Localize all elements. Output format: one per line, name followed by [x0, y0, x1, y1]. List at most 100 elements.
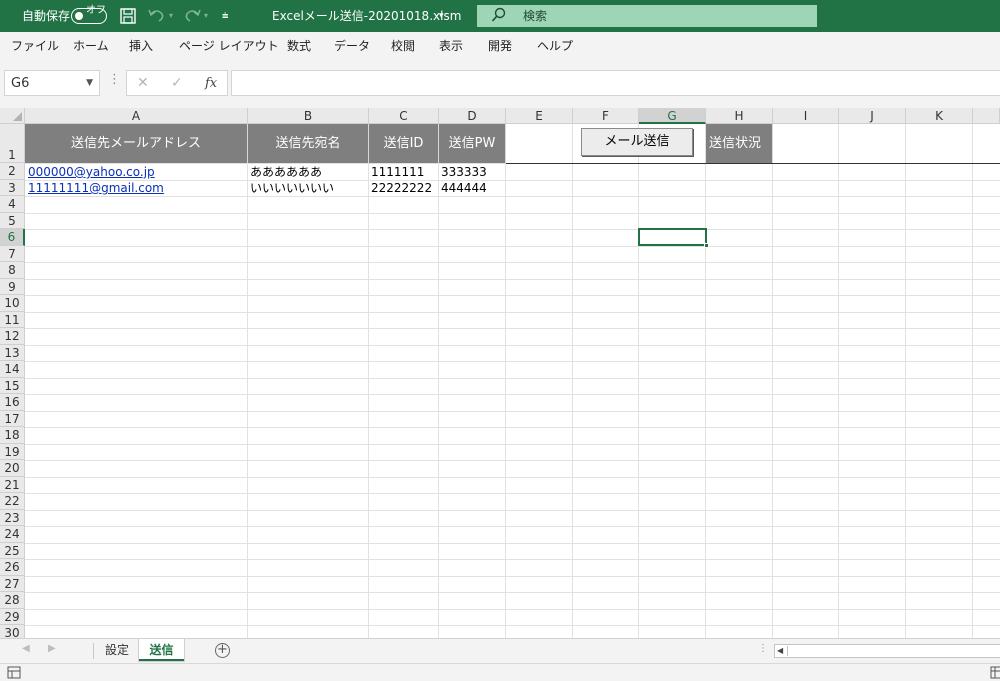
enter-icon[interactable]: ✓ [171, 71, 183, 96]
save-icon[interactable] [119, 6, 137, 26]
active-cell-g6[interactable] [638, 228, 709, 248]
row-header[interactable]: 16 [0, 394, 25, 411]
gridline [25, 279, 1000, 280]
row-header[interactable]: 26 [0, 559, 25, 576]
send-pw-cell[interactable]: 444444 [439, 180, 505, 196]
row-header[interactable]: 20 [0, 460, 25, 477]
menu-review[interactable]: 校閲 [391, 32, 415, 60]
row-header[interactable]: 23 [0, 510, 25, 526]
row-header[interactable]: 4 [0, 196, 25, 213]
scrollbar-separator [787, 646, 788, 656]
menu-data[interactable]: データ [334, 32, 370, 60]
add-sheet-icon[interactable]: + [215, 643, 230, 658]
column-header-k[interactable]: K [906, 108, 973, 124]
menu-developer[interactable]: 開発 [488, 32, 512, 60]
column-header-j[interactable]: J [839, 108, 906, 124]
row-header[interactable]: 19 [0, 444, 25, 460]
email-cell[interactable]: 11111111@gmail.com [26, 180, 247, 196]
formula-input[interactable] [231, 70, 1000, 96]
name-box-dropdown-icon[interactable]: ▼ [86, 71, 93, 96]
worksheet-grid[interactable]: A B C D E F G H I J K 1 2 3 4 5 6 7 8 9 … [0, 108, 1000, 638]
normal-view-icon[interactable] [990, 666, 1000, 679]
row-header[interactable]: 11 [0, 312, 25, 328]
column-header-partial[interactable] [973, 108, 1000, 124]
row-header[interactable]: 15 [0, 378, 25, 394]
menu-view[interactable]: 表示 [439, 32, 463, 60]
insert-function-icon[interactable]: fx [205, 71, 217, 96]
row-header[interactable]: 13 [0, 345, 25, 361]
ribbon-menu: ファイル ホーム 挿入 ページ レイアウト 数式 データ 校閲 表示 開発 ヘル… [0, 32, 1000, 60]
row-header[interactable]: 17 [0, 411, 25, 427]
fill-handle[interactable] [704, 243, 709, 248]
column-header-f[interactable]: F [573, 108, 639, 124]
row-header[interactable]: 21 [0, 477, 25, 493]
row-header[interactable]: 30 [0, 625, 25, 638]
row-header[interactable]: 12 [0, 328, 25, 345]
row-header[interactable]: 7 [0, 246, 25, 262]
column-header-c[interactable]: C [369, 108, 439, 124]
column-header-g[interactable]: G [639, 108, 706, 124]
gridline [25, 246, 1000, 247]
row-header[interactable]: 1 [0, 124, 25, 163]
scroll-tabs-left-icon[interactable]: ◀ [22, 643, 30, 654]
tab-splitter-grip-icon[interactable]: ⋮ [758, 643, 768, 654]
autosave-state: オフ [86, 5, 106, 16]
row-header[interactable]: 22 [0, 493, 25, 510]
row-header[interactable]: 8 [0, 262, 25, 279]
row-header[interactable]: 24 [0, 526, 25, 543]
header-cell-recipient-name[interactable]: 送信先宛名 [248, 124, 369, 163]
row-header[interactable]: 9 [0, 279, 25, 295]
redo-icon[interactable] [181, 6, 203, 26]
undo-dropdown-icon[interactable]: ▾ [169, 0, 173, 32]
title-dropdown-icon[interactable]: ▾ [439, 0, 444, 32]
search-box[interactable]: 検索 [477, 5, 817, 27]
menu-page-layout[interactable]: ページ レイアウト [179, 32, 279, 60]
row-header[interactable]: 27 [0, 576, 25, 592]
column-header-e[interactable]: E [506, 108, 573, 124]
header-cell-send-id[interactable]: 送信ID [369, 124, 439, 163]
gridline [25, 312, 1000, 313]
cancel-icon[interactable]: ✕ [137, 71, 149, 96]
mail-send-button[interactable]: メール送信 [581, 128, 693, 156]
tab-settings[interactable]: 設定 [96, 639, 138, 661]
row-header[interactable]: 28 [0, 592, 25, 609]
horizontal-scrollbar[interactable]: ◀ [774, 644, 1000, 658]
row-header[interactable]: 29 [0, 609, 25, 625]
send-pw-cell[interactable]: 333333 [439, 164, 505, 180]
row-header[interactable]: 6 [0, 229, 25, 246]
email-cell[interactable]: 000000@yahoo.co.jp [26, 164, 247, 180]
row-header[interactable]: 2 [0, 163, 25, 180]
column-header-i[interactable]: I [773, 108, 839, 124]
autosave-toggle[interactable]: オフ [71, 5, 107, 24]
menu-home[interactable]: ホーム [73, 32, 109, 60]
row-header[interactable]: 18 [0, 427, 25, 444]
row-header[interactable]: 14 [0, 361, 25, 378]
select-all-corner[interactable] [0, 108, 25, 124]
column-header-d[interactable]: D [439, 108, 506, 124]
menu-file[interactable]: ファイル [11, 32, 59, 60]
scroll-tabs-right-icon[interactable]: ▶ [48, 643, 56, 654]
header-cell-send-status[interactable]: 送信状況 [706, 124, 773, 163]
send-id-cell[interactable]: 1111111 [369, 164, 438, 180]
header-cell-send-pw[interactable]: 送信PW [439, 124, 506, 163]
send-id-cell[interactable]: 22222222 [369, 180, 438, 196]
menu-insert[interactable]: 挿入 [129, 32, 153, 60]
header-cell-email[interactable]: 送信先メールアドレス [25, 124, 248, 163]
column-header-a[interactable]: A [25, 108, 248, 124]
menu-help[interactable]: ヘルプ [537, 32, 573, 60]
scroll-left-icon[interactable]: ◀ [777, 645, 783, 657]
row-header[interactable]: 10 [0, 295, 25, 312]
name-box[interactable]: G6 ▼ [4, 70, 100, 96]
recipient-name-cell[interactable]: ああああああ [248, 164, 368, 180]
undo-icon[interactable] [146, 6, 168, 26]
tab-send[interactable]: 送信 [139, 639, 184, 661]
customize-toolbar-icon[interactable]: ⩧ [222, 0, 228, 32]
column-header-h[interactable]: H [706, 108, 773, 124]
recipient-name-cell[interactable]: いいいいいいい [248, 180, 368, 196]
row-header[interactable]: 3 [0, 180, 25, 196]
row-header[interactable]: 25 [0, 543, 25, 559]
menu-formulas[interactable]: 数式 [287, 32, 311, 60]
row-header[interactable]: 5 [0, 213, 25, 229]
column-header-b[interactable]: B [248, 108, 369, 124]
redo-dropdown-icon[interactable]: ▾ [204, 0, 208, 32]
